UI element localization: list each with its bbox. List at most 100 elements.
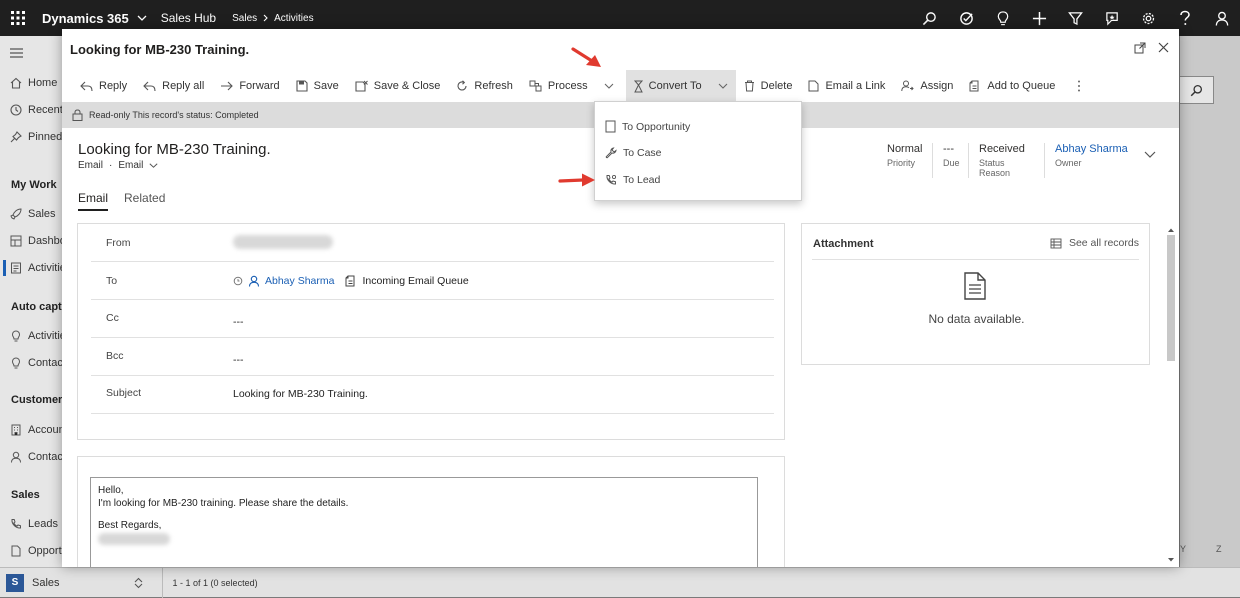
add-to-queue-label: Add to Queue <box>987 80 1055 92</box>
reply-all-button[interactable]: Reply all <box>135 70 212 102</box>
sidebar-item-label: Home <box>28 77 57 89</box>
reply-all-icon <box>143 81 156 92</box>
bulb-icon <box>10 357 22 369</box>
save-label: Save <box>314 80 339 92</box>
see-all-label: See all records <box>1069 237 1139 249</box>
building-icon <box>10 424 22 436</box>
bcc-label: Bcc <box>106 350 124 362</box>
up-down-chevron-icon[interactable] <box>134 577 143 589</box>
divider <box>812 259 1139 260</box>
subject-value[interactable]: Looking for MB-230 Training. <box>233 388 368 400</box>
email-body-editor[interactable]: Hello, I'm looking for MB-230 training. … <box>90 477 758 567</box>
email-link-label: Email a Link <box>825 80 885 92</box>
to-value: Abhay Sharma Incoming Email Queue <box>233 275 469 287</box>
record-count: 1 - 1 of 1 (0 selected) <box>173 578 258 588</box>
lock-icon <box>72 109 83 121</box>
refresh-label: Refresh <box>474 80 513 92</box>
chevron-down-icon[interactable] <box>149 163 158 168</box>
user-icon[interactable] <box>1204 0 1240 36</box>
area-switcher-badge[interactable]: S <box>6 574 24 592</box>
breadcrumb-sales[interactable]: Sales <box>232 13 257 24</box>
convert-to-button[interactable]: Convert To <box>626 70 736 102</box>
bcc-row: Bcc --- <box>91 338 774 376</box>
subject-row: Subject Looking for MB-230 Training. <box>91 376 774 414</box>
expand-icon[interactable] <box>1134 42 1146 54</box>
menu-item-to-opportunity[interactable]: To Opportunity <box>605 120 690 133</box>
command-bar: Reply Reply all Forward Save Save & Clos… <box>62 70 1179 102</box>
app-name[interactable]: Dynamics 365 <box>42 11 129 26</box>
add-to-queue-button[interactable]: Add to Queue <box>961 70 1063 102</box>
sidebar-item-label: Sales <box>28 208 56 220</box>
reply-button[interactable]: Reply <box>72 70 135 102</box>
annotation-arrow-to-lead <box>557 172 597 188</box>
hub-name[interactable]: Sales Hub <box>161 11 216 25</box>
chevron-right-icon <box>263 14 268 22</box>
assign-button[interactable]: Assign <box>893 70 961 102</box>
separator-dot: · <box>109 160 112 171</box>
opportunity-icon <box>605 120 616 133</box>
reply-label: Reply <box>99 80 127 92</box>
cc-label: Cc <box>106 312 119 324</box>
dialog-title: Looking for MB-230 Training. <box>70 42 249 57</box>
more-commands-button[interactable] <box>1069 70 1089 102</box>
tab-email[interactable]: Email <box>78 191 108 211</box>
area-switcher-label[interactable]: Sales <box>32 577 60 589</box>
close-icon[interactable] <box>1158 42 1169 54</box>
to-recipient-user-link[interactable]: Abhay Sharma <box>265 275 334 287</box>
header-field-owner: Abhay Sharma Owner <box>1044 143 1144 178</box>
header-expand-chevron-icon[interactable] <box>1144 151 1156 158</box>
scrollbar-thumb[interactable] <box>1167 235 1175 361</box>
forward-button[interactable]: Forward <box>212 70 287 102</box>
clock-icon <box>10 104 22 116</box>
see-all-records-button[interactable]: See all records <box>1050 237 1139 249</box>
refresh-button[interactable]: Refresh <box>448 70 521 102</box>
sidebar-item-sales[interactable]: Sales <box>10 208 56 220</box>
app-launcher-icon[interactable] <box>0 0 36 36</box>
save-button[interactable]: Save <box>288 70 347 102</box>
hamburger-menu-icon[interactable] <box>10 48 23 58</box>
signature-redacted <box>98 533 750 550</box>
sidebar-group-customers: Customers <box>11 394 68 406</box>
grid-icon <box>1050 238 1062 249</box>
readonly-text: Read-only This record's status: Complete… <box>89 110 259 120</box>
breadcrumb-activities[interactable]: Activities <box>274 13 313 24</box>
user-icon <box>248 275 260 287</box>
cc-value[interactable]: --- <box>233 316 244 328</box>
more-icon <box>1077 80 1081 92</box>
from-value-redacted[interactable] <box>233 235 333 249</box>
jump-bar-letter-z[interactable]: Z <box>1216 544 1222 554</box>
chevron-down-icon[interactable] <box>137 15 147 21</box>
form-scrollbar[interactable] <box>1166 227 1176 565</box>
sidebar-item-home[interactable]: Home <box>10 77 57 89</box>
background-search-button[interactable] <box>1180 76 1214 104</box>
jump-bar-letter-y[interactable]: Y <box>1180 544 1186 554</box>
forward-icon <box>220 81 233 92</box>
save-close-label: Save & Close <box>374 80 441 92</box>
save-icon <box>296 80 308 92</box>
menu-item-to-case[interactable]: To Case <box>605 147 662 159</box>
tab-related[interactable]: Related <box>124 191 165 211</box>
process-button[interactable]: Process <box>521 70 622 102</box>
owner-link[interactable]: Abhay Sharma <box>1055 143 1134 155</box>
delete-button[interactable]: Delete <box>736 70 801 102</box>
assign-label: Assign <box>920 80 953 92</box>
bcc-value[interactable]: --- <box>233 354 244 366</box>
record-title: Looking for MB-230 Training. <box>78 141 271 158</box>
reply-all-label: Reply all <box>162 80 204 92</box>
phone-icon <box>10 518 22 530</box>
attachment-section: Attachment See all records No data avail… <box>801 223 1150 365</box>
save-close-button[interactable]: Save & Close <box>347 70 449 102</box>
reply-icon <box>80 81 93 92</box>
header-field-priority: Normal Priority <box>877 143 932 178</box>
rocket-icon <box>10 208 22 220</box>
sidebar-item-leads[interactable]: Leads <box>10 518 58 530</box>
sidebar-item-recent[interactable]: Recent <box>10 104 63 116</box>
email-link-button[interactable]: Email a Link <box>800 70 893 102</box>
to-recipient-queue-link[interactable]: Incoming Email Queue <box>362 275 468 287</box>
form-selector[interactable]: Email <box>118 160 143 171</box>
menu-item-to-lead[interactable]: To Lead <box>605 174 660 186</box>
sidebar-item-pinned[interactable]: Pinned <box>10 131 62 143</box>
breadcrumb: Sales Activities <box>232 13 313 24</box>
menu-item-label: To Opportunity <box>622 121 690 133</box>
no-data-message: No data available. <box>802 312 1151 326</box>
